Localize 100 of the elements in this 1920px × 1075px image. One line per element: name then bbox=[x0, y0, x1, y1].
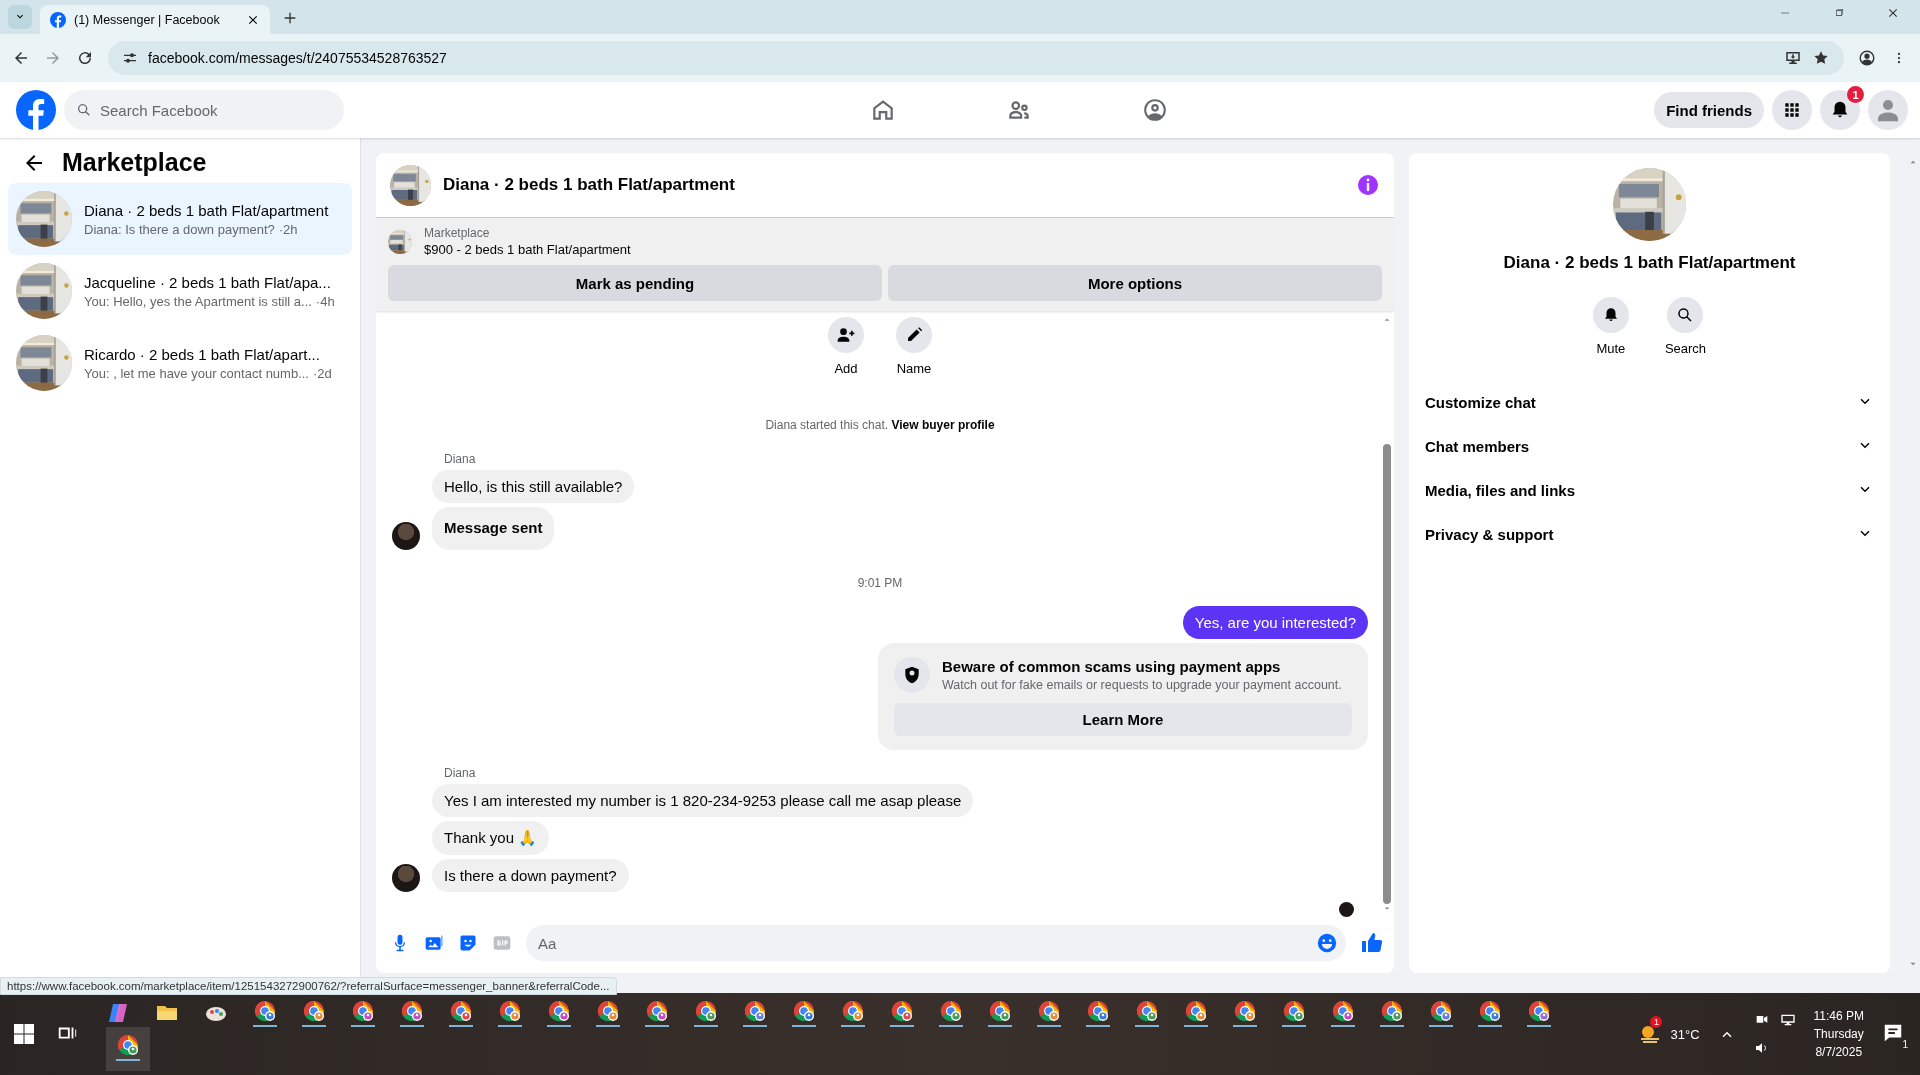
message-bubble: Is there a down payment? bbox=[432, 859, 629, 892]
timestamp: 9:01 PM bbox=[856, 576, 904, 590]
chrome-icon[interactable] bbox=[253, 999, 277, 1027]
message-time: ·2h bbox=[278, 221, 298, 237]
seen-avatar bbox=[1339, 902, 1354, 917]
clock-day: Thursday bbox=[1813, 1027, 1864, 1041]
conversation-title: Ricardo · 2 beds 1 bath Flat/apart... bbox=[84, 345, 321, 363]
weather-badge: 1 bbox=[1650, 1016, 1663, 1028]
chrome-icon[interactable] bbox=[694, 999, 718, 1027]
add-person-icon bbox=[836, 325, 856, 345]
details-section[interactable]: Customize chat bbox=[1409, 380, 1890, 424]
chrome-icon[interactable] bbox=[596, 999, 620, 1027]
learn-more-button[interactable]: Learn More bbox=[894, 703, 1352, 736]
chat-started-notice: Diana started this chat. View buyer profile bbox=[764, 418, 996, 432]
windows-start-icon[interactable] bbox=[14, 1024, 34, 1044]
chrome-icon[interactable] bbox=[302, 999, 326, 1027]
sticker-icon[interactable] bbox=[458, 933, 478, 953]
message-time: ·4h bbox=[315, 293, 335, 309]
notification-count: 1 bbox=[1902, 1039, 1908, 1050]
clock-date: 8/7/2025 bbox=[1815, 1045, 1863, 1059]
groups-icon[interactable] bbox=[1142, 97, 1169, 123]
buyer-profile-link[interactable]: View buyer profile bbox=[891, 418, 995, 432]
message-preview: Diana: Is there a down payment? bbox=[84, 221, 275, 237]
browser-tab[interactable]: (1) Messenger | Facebook bbox=[40, 5, 270, 34]
chrome-icon[interactable] bbox=[351, 999, 375, 1027]
plus-icon[interactable] bbox=[282, 10, 298, 26]
chrome-icon[interactable] bbox=[116, 1033, 140, 1061]
close-icon[interactable] bbox=[1886, 6, 1900, 20]
menu-button[interactable] bbox=[1772, 90, 1812, 130]
chrome-icon[interactable] bbox=[1233, 999, 1257, 1027]
chrome-icon[interactable] bbox=[645, 999, 669, 1027]
chrome-icon[interactable] bbox=[1527, 999, 1551, 1027]
details-section[interactable]: Media, files and links bbox=[1409, 468, 1890, 512]
temperature: 31°C bbox=[1670, 1026, 1700, 1042]
chrome-icon[interactable] bbox=[743, 999, 767, 1027]
chrome-icon[interactable] bbox=[1429, 999, 1453, 1027]
chrome-icon[interactable] bbox=[449, 999, 473, 1027]
message-time: ·2d bbox=[313, 365, 332, 381]
sidebar-title: Marketplace bbox=[62, 148, 207, 177]
conversation-item[interactable]: Ricardo · 2 beds 1 bath Flat/apart... You: , let me have your contact numb... ·2d bbox=[8, 327, 352, 399]
message-bubble: Thank you 🙏 bbox=[432, 821, 550, 855]
chrome-icon[interactable] bbox=[1086, 999, 1110, 1027]
chrome-icon[interactable] bbox=[1037, 999, 1061, 1027]
conversation-item[interactable]: Diana · 2 beds 1 bath Flat/apartment Diana: Is there a down payment? ·2h bbox=[8, 183, 352, 255]
taskbar-clock[interactable]: 11:46 PM Thursday 8/7/2025 bbox=[1813, 1009, 1864, 1059]
chrome-icon[interactable] bbox=[1282, 999, 1306, 1027]
listing-button[interactable]: More options bbox=[888, 265, 1382, 301]
chrome-icon[interactable] bbox=[498, 999, 522, 1027]
sender-name: Diana bbox=[444, 452, 477, 466]
chrome-icon[interactable] bbox=[1331, 999, 1355, 1027]
message-bubble: Message sent bbox=[432, 507, 555, 550]
profile-icon[interactable] bbox=[1858, 49, 1876, 67]
details-section[interactable]: Chat members bbox=[1409, 424, 1890, 468]
message-preview: You: , let me have your contact numb... bbox=[84, 365, 309, 381]
listing-button[interactable]: Mark as pending bbox=[388, 265, 882, 301]
pencil-icon bbox=[905, 326, 923, 344]
sender-name: Diana bbox=[444, 766, 477, 780]
find-friends-button[interactable]: Find friends bbox=[1654, 92, 1764, 128]
chrome-icon[interactable] bbox=[547, 999, 571, 1027]
install-icon[interactable] bbox=[1784, 49, 1802, 67]
reload-icon[interactable] bbox=[76, 49, 94, 67]
details-section[interactable]: Privacy & support bbox=[1409, 512, 1890, 556]
info-icon[interactable] bbox=[1356, 173, 1380, 197]
chrome-icon[interactable] bbox=[1380, 999, 1404, 1027]
star-icon[interactable] bbox=[1812, 49, 1830, 67]
shield-icon bbox=[902, 665, 922, 685]
url-text: facebook.com/messages/t/24075534528763527 bbox=[148, 50, 448, 66]
sent-message-bubble: Yes, are you interested? bbox=[1182, 606, 1368, 639]
chrome-icon[interactable] bbox=[939, 999, 963, 1027]
grid-icon bbox=[1782, 100, 1802, 120]
search-field[interactable]: Search Facebook bbox=[64, 90, 344, 130]
details-title: Diana · 2 beds 1 bath Flat/apartment bbox=[1503, 253, 1796, 273]
chrome-icon[interactable] bbox=[1478, 999, 1502, 1027]
listing-source: Marketplace bbox=[424, 226, 491, 240]
conversation-title: Jacqueline · 2 beds 1 bath Flat/apa... bbox=[84, 273, 332, 291]
chat-title: Diana · 2 beds 1 bath Flat/apartment bbox=[443, 175, 736, 195]
chrome-icon[interactable] bbox=[890, 999, 914, 1027]
network-icon[interactable] bbox=[1779, 1012, 1796, 1028]
notification-center-icon[interactable] bbox=[1882, 1022, 1904, 1044]
emoji-icon[interactable] bbox=[1316, 932, 1338, 954]
clock-time: 11:46 PM bbox=[1813, 1009, 1864, 1023]
facebook-icon bbox=[50, 11, 66, 28]
notification-badge: 1 bbox=[1847, 86, 1864, 103]
chrome-icon[interactable] bbox=[792, 999, 816, 1027]
account-button[interactable] bbox=[1868, 90, 1908, 130]
message-preview: You: Hello, yes the Apartment is still a... bbox=[84, 293, 312, 309]
chrome-icon[interactable] bbox=[841, 999, 865, 1027]
status-url: https://www.facebook.com/marketplace/item/1251543272900762/?referralSurface=messenger_banner&referralCode... bbox=[0, 977, 617, 995]
conversation-title: Diana · 2 beds 1 bath Flat/apartment bbox=[84, 201, 329, 219]
chrome-icon[interactable] bbox=[1135, 999, 1159, 1027]
message-input[interactable]: Aa bbox=[526, 925, 1346, 961]
address-bar[interactable]: facebook.com/messages/t/24075534528763527 bbox=[108, 41, 1844, 75]
conversation-item[interactable]: Jacqueline · 2 beds 1 bath Flat/apa... You: Hello, yes the Apartment is still a... ·4h bbox=[8, 255, 352, 327]
chrome-icon[interactable] bbox=[400, 999, 424, 1027]
facebook-logo[interactable] bbox=[16, 90, 56, 130]
message-bubble: Yes I am interested my number is 1 820-234-9253 please call me asap please bbox=[432, 784, 974, 817]
chrome-icon[interactable] bbox=[988, 999, 1012, 1027]
message-bubble: Hello, is this still available? bbox=[432, 470, 635, 503]
thumbs-up-icon[interactable] bbox=[1360, 931, 1384, 955]
chrome-icon[interactable] bbox=[1184, 999, 1208, 1027]
